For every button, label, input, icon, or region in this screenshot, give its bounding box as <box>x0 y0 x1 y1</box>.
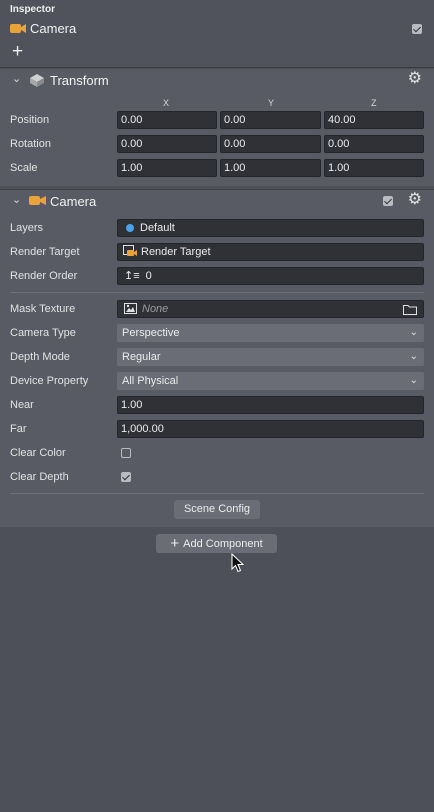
position-y-field[interactable]: 0.00 <box>220 111 321 129</box>
depth-mode-label: Depth Mode <box>10 351 70 363</box>
scene-config-button[interactable]: Scene Config <box>174 500 260 519</box>
far-field[interactable]: 1,000.00 <box>117 420 424 438</box>
scale-z-field[interactable]: 1.00 <box>324 159 424 177</box>
layers-label: Layers <box>10 222 44 234</box>
rotation-x-field[interactable]: 0.00 <box>117 135 217 153</box>
divider <box>10 292 424 293</box>
folder-icon[interactable] <box>403 304 417 315</box>
add-component-label: Add Component <box>183 538 263 550</box>
add-node-button[interactable]: + <box>12 42 23 62</box>
mask-texture-field[interactable]: None <box>117 300 424 318</box>
inspector-title: Inspector <box>10 4 56 15</box>
gear-icon[interactable]: ⚙ <box>408 71 422 87</box>
depth-mode-value: Regular <box>122 351 161 363</box>
transform-header[interactable]: ⌄ Transform ⚙ <box>0 69 434 91</box>
axis-z-label: Z <box>371 98 377 108</box>
axis-y-label: Y <box>268 98 275 108</box>
gear-icon[interactable]: ⚙ <box>408 192 422 208</box>
chevron-down-icon: ⌄ <box>409 327 418 338</box>
camera-icon <box>10 24 26 33</box>
render-target-icon <box>123 245 137 256</box>
mouse-cursor-icon <box>231 553 245 573</box>
clear-depth-label: Clear Depth <box>10 471 69 483</box>
device-property-label: Device Property <box>10 375 89 387</box>
render-target-value: Render Target <box>141 246 211 258</box>
render-order-label: Render Order <box>10 270 78 282</box>
inspector-header: Inspector Camera + <box>0 0 434 68</box>
near-label: Near <box>10 399 34 411</box>
mask-texture-value: None <box>142 303 169 315</box>
camera-header[interactable]: ⌄ Camera ⚙ <box>0 190 434 212</box>
clear-color-label: Clear Color <box>10 447 66 459</box>
scale-label: Scale <box>10 162 38 174</box>
axis-x-label: X <box>163 98 170 108</box>
render-target-label: Render Target <box>10 246 80 258</box>
chevron-down-icon: ⌄ <box>409 351 418 362</box>
scale-y-field[interactable]: 1.00 <box>220 159 321 177</box>
divider <box>10 493 424 494</box>
plus-icon: + <box>170 535 180 552</box>
near-field[interactable]: 1.00 <box>117 396 424 414</box>
transform-icon <box>30 74 44 87</box>
layer-dot-icon <box>126 224 134 232</box>
rotation-y-field[interactable]: 0.00 <box>220 135 321 153</box>
device-property-select[interactable]: All Physical ⌄ <box>117 372 424 390</box>
far-label: Far <box>10 423 27 435</box>
render-order-field[interactable]: ↥≡ 0 <box>117 267 424 285</box>
camera-type-select[interactable]: Perspective ⌄ <box>117 324 424 342</box>
camera-type-label: Camera Type <box>10 327 76 339</box>
depth-mode-select[interactable]: Regular ⌄ <box>117 348 424 366</box>
add-component-button[interactable]: + Add Component <box>156 534 277 553</box>
camera-component-icon <box>29 196 46 205</box>
position-label: Position <box>10 114 50 126</box>
sort-order-icon: ↥≡ <box>124 270 140 282</box>
chevron-down-icon[interactable]: ⌄ <box>12 193 21 206</box>
camera-enabled-checkbox[interactable] <box>383 196 393 206</box>
position-x-field[interactable]: 0.00 <box>117 111 217 129</box>
image-icon <box>124 303 137 314</box>
rotation-z-field[interactable]: 0.00 <box>324 135 424 153</box>
scale-x-field[interactable]: 1.00 <box>117 159 217 177</box>
chevron-down-icon[interactable]: ⌄ <box>12 72 21 85</box>
mask-texture-label: Mask Texture <box>10 303 76 315</box>
node-row: Camera <box>10 21 76 36</box>
clear-depth-checkbox[interactable] <box>121 472 131 482</box>
layers-field[interactable]: Default <box>117 219 424 237</box>
layers-value: Default <box>140 222 175 234</box>
rotation-label: Rotation <box>10 138 51 150</box>
clear-color-checkbox[interactable] <box>121 448 131 458</box>
node-name: Camera <box>30 21 77 36</box>
device-property-value: All Physical <box>122 375 179 387</box>
render-order-value: 0 <box>145 270 152 282</box>
position-z-field[interactable]: 40.00 <box>324 111 424 129</box>
camera-title: Camera <box>50 194 97 209</box>
chevron-down-icon: ⌄ <box>409 375 418 386</box>
transform-title: Transform <box>50 73 109 88</box>
camera-type-value: Perspective <box>122 327 180 339</box>
render-target-field[interactable]: Render Target <box>117 243 424 261</box>
node-enabled-checkbox[interactable] <box>412 24 422 34</box>
